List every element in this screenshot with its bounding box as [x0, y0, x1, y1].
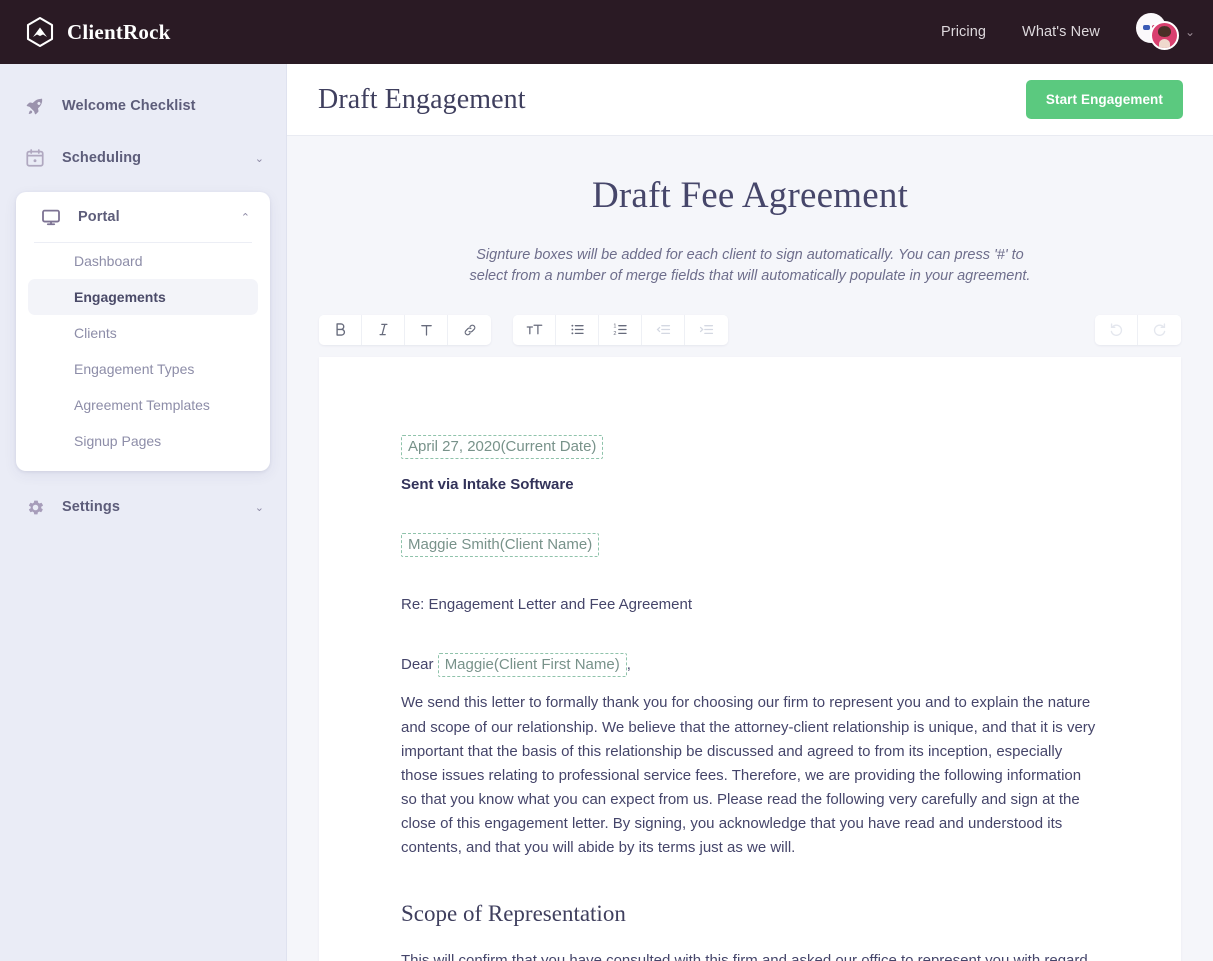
sidebar-item-dashboard[interactable]: Dashboard [28, 243, 258, 279]
user-menu[interactable]: ⌄ [1136, 13, 1195, 51]
sidebar-item-welcome-checklist[interactable]: Welcome Checklist [0, 80, 286, 132]
sidebar: Welcome Checklist Scheduling ⌄ Portal [0, 64, 287, 961]
spacer [401, 571, 1099, 593]
sidebar-item-portal[interactable]: Portal ⌃ [16, 192, 270, 242]
spacer [401, 511, 1099, 533]
sidebar-portal-section: Portal ⌃ Dashboard Engagements Clients E… [16, 192, 270, 471]
merge-field-client-name[interactable]: Maggie Smith(Client Name) [401, 533, 599, 557]
text-size-icon[interactable] [513, 315, 556, 345]
avatar-photo [1150, 21, 1179, 50]
toolbar-group-blocks: 1 2 [513, 315, 728, 345]
sidebar-item-agreement-templates[interactable]: Agreement Templates [28, 387, 258, 423]
salutation-suffix: , [627, 656, 631, 673]
indent-icon[interactable] [685, 315, 728, 345]
toolbar-group-history [1095, 315, 1181, 345]
main-content: Draft Fee Agreement Signture boxes will … [287, 136, 1213, 961]
section-heading-scope-of-representation: Scope of Representation [401, 896, 1099, 933]
link-icon[interactable] [448, 315, 491, 345]
editor-toolbar: 1 2 [319, 315, 1181, 345]
merge-field-current-date[interactable]: April 27, 2020(Current Date) [401, 435, 603, 459]
chevron-down-icon[interactable]: ⌄ [255, 501, 264, 514]
sidebar-item-clients[interactable]: Clients [28, 315, 258, 351]
sidebar-item-engagement-types[interactable]: Engagement Types [28, 351, 258, 387]
paragraph-intro: We send this letter to formally thank yo… [401, 691, 1099, 860]
svg-text:2: 2 [613, 331, 616, 337]
document-subtitle: Signture boxes will be added for each cl… [459, 245, 1041, 288]
nav-link-pricing[interactable]: Pricing [941, 24, 986, 40]
sidebar-item-engagements[interactable]: Engagements [28, 279, 258, 315]
paragraph-scope: This will confirm that you have consulte… [401, 949, 1099, 961]
sidebar-item-settings[interactable]: Settings ⌄ [0, 481, 286, 533]
spacer [401, 631, 1099, 653]
salutation-line: Dear Maggie(Client First Name), [401, 653, 1099, 677]
re-line: Re: Engagement Letter and Fee Agreement [401, 593, 1099, 617]
client-name-line: Maggie Smith(Client Name) [401, 533, 1099, 557]
chevron-down-icon[interactable]: ⌄ [255, 152, 264, 165]
sidebar-item-label: Settings [62, 499, 120, 515]
numbered-list-icon[interactable]: 1 2 [599, 315, 642, 345]
bulleted-list-icon[interactable] [556, 315, 599, 345]
sidebar-item-label: Welcome Checklist [62, 98, 196, 114]
outdent-icon[interactable] [642, 315, 685, 345]
svg-text:1: 1 [613, 324, 616, 330]
salutation-prefix: Dear [401, 656, 434, 673]
chevron-down-icon[interactable]: ⌄ [1185, 26, 1195, 38]
date-line: April 27, 2020(Current Date) [401, 435, 1099, 459]
mountain-hexagon-logo-icon [24, 16, 56, 48]
sidebar-item-signup-pages[interactable]: Signup Pages [28, 423, 258, 459]
page-header: Draft Engagement Start Engagement [287, 64, 1213, 136]
calendar-icon [24, 147, 46, 169]
top-navigation-bar: ClientRock Pricing What's New ⌄ [0, 0, 1213, 64]
top-nav-links: Pricing What's New ⌄ [941, 13, 1195, 51]
brand-name: ClientRock [67, 20, 171, 45]
undo-icon[interactable] [1095, 315, 1138, 345]
sidebar-item-label: Scheduling [62, 150, 141, 166]
merge-field-client-first-name[interactable]: Maggie(Client First Name) [438, 653, 627, 677]
strikethrough-icon[interactable] [405, 315, 448, 345]
bold-icon[interactable] [319, 315, 362, 345]
page-title: Draft Engagement [318, 84, 526, 116]
document-title: Draft Fee Agreement [287, 174, 1213, 217]
brand-logo[interactable]: ClientRock [24, 16, 171, 48]
toolbar-group-format [319, 315, 491, 345]
avatar[interactable] [1136, 13, 1178, 51]
italic-icon[interactable] [362, 315, 405, 345]
sidebar-item-label: Portal [78, 209, 120, 225]
start-engagement-button[interactable]: Start Engagement [1026, 80, 1183, 119]
monitor-icon [40, 206, 62, 228]
document-body[interactable]: April 27, 2020(Current Date) Sent via In… [401, 435, 1099, 961]
gear-icon [24, 496, 46, 518]
document-editor-sheet[interactable]: April 27, 2020(Current Date) Sent via In… [319, 357, 1181, 961]
sidebar-item-scheduling[interactable]: Scheduling ⌄ [0, 132, 286, 184]
chevron-up-icon[interactable]: ⌃ [241, 211, 250, 224]
nav-link-whats-new[interactable]: What's New [1022, 24, 1100, 40]
sent-via-line: Sent via Intake Software [401, 473, 1099, 497]
rocket-icon [24, 95, 46, 117]
redo-icon[interactable] [1138, 315, 1181, 345]
